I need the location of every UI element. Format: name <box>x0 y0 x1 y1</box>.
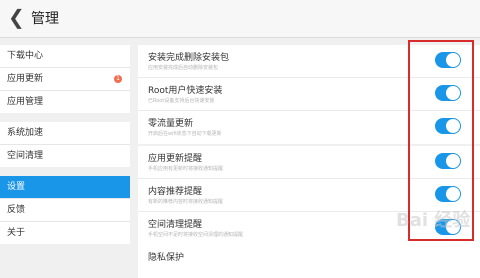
sidebar-item-label: 反馈 <box>7 205 26 215</box>
sidebar-item-app-management[interactable]: 应用管理 <box>0 91 130 113</box>
setting-description: 开启后在wifi状态下自动下载更新 <box>148 131 222 137</box>
sidebar-item-app-updates[interactable]: 应用更新 1 <box>0 68 130 90</box>
top-bar: ❮ 管理 <box>0 0 480 38</box>
setting-description: 已Root设备支持后台快速安装 <box>148 98 215 104</box>
setting-title: Root用户快速安装 <box>148 86 223 96</box>
watermark: Bai 经验 <box>396 210 471 231</box>
sidebar-item-label: 关于 <box>7 228 26 238</box>
setting-title: 零流量更新 <box>148 119 194 129</box>
sidebar-item-download-center[interactable]: 下载中心 <box>0 45 130 67</box>
sidebar-item-label: 应用更新 <box>7 74 44 84</box>
sidebar-item-settings[interactable]: 设置 <box>0 176 130 198</box>
sidebar-item-about[interactable]: 关于 <box>0 222 130 244</box>
sidebar: 下载中心 应用更新 1 应用管理 系统加速 空间清理 设置 反馈 关于 <box>0 38 130 252</box>
setting-title: 空间清理提醒 <box>148 220 203 230</box>
setting-description: 应用安装完成后自动删除安装包 <box>148 65 219 71</box>
setting-title: 应用更新提醒 <box>148 154 203 164</box>
setting-description: 手机空间不足时将接收空间清理的通知提醒 <box>148 232 244 238</box>
sidebar-item-label: 空间清理 <box>7 151 44 161</box>
sidebar-item-space-cleanup[interactable]: 空间清理 <box>0 145 130 167</box>
sidebar-item-label: 下载中心 <box>7 51 44 61</box>
update-count-badge: 1 <box>114 75 122 83</box>
setting-title: 内容推荐提醒 <box>148 187 203 197</box>
sidebar-item-label: 系统加速 <box>7 128 44 138</box>
page-title: 管理 <box>31 11 59 27</box>
sidebar-item-system-speedup[interactable]: 系统加速 <box>0 122 130 144</box>
sidebar-item-label: 应用管理 <box>7 97 44 107</box>
setting-description: 手机应用有更新时将接收通知提醒 <box>148 166 224 172</box>
setting-title: 安装完成删除安装包 <box>148 53 230 63</box>
sidebar-item-label: 设置 <box>7 182 26 192</box>
setting-description: 有新的推荐内容时将接收通知提醒 <box>148 199 224 205</box>
back-arrow-icon[interactable]: ❮ <box>8 6 25 28</box>
sidebar-item-feedback[interactable]: 反馈 <box>0 199 130 221</box>
setting-row-privacy: 隐私保护 <box>138 245 480 278</box>
